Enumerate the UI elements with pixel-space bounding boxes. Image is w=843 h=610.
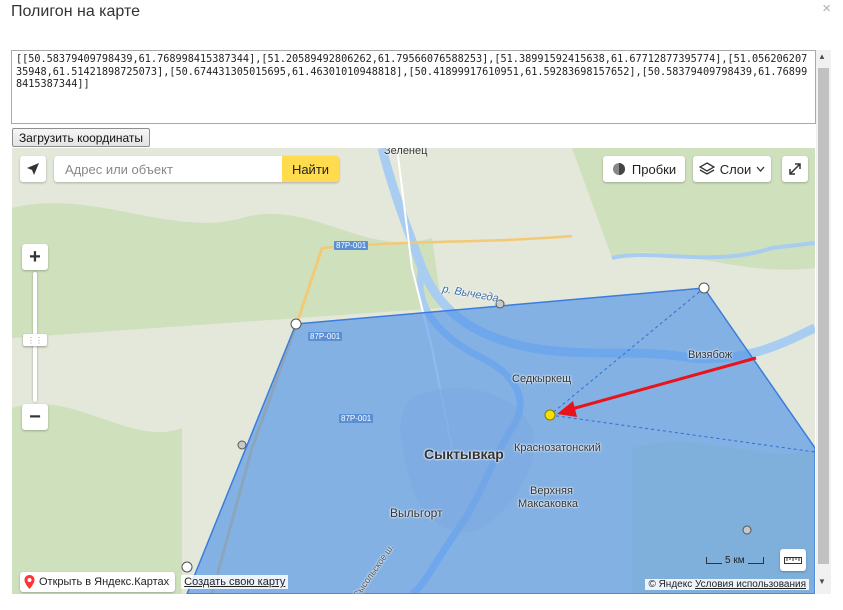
layers-button[interactable]: Слои [693,156,771,182]
map-base [12,148,815,594]
traffic-button[interactable]: Пробки [603,156,685,182]
open-in-yandex-maps-label: Открыть в Яндекс.Картах [39,576,170,588]
geolocation-icon [27,163,39,175]
create-map-link[interactable]: Создать свою карту [181,575,289,589]
map-footer-left: Открыть в Яндекс.Картах Создать свою кар… [20,572,289,592]
map-pin-icon [24,575,35,589]
find-button[interactable]: Найти [282,156,339,182]
expand-icon [789,163,801,175]
map-label-sedkyrkesh: Седкыркещ [512,373,572,385]
map-label-vizyabozh: Визябож [688,349,733,361]
road-label: 87Р-001 [339,414,374,423]
polygon-dialog: Полигон на карте × [[50.58379409798439,6… [0,0,843,610]
ruler-icon [784,557,802,564]
open-in-yandex-maps-button[interactable]: Открыть в Яндекс.Картах [20,572,176,592]
minus-icon: − [29,405,41,428]
chevron-down-icon [756,166,765,172]
map-label-verkhnyaya: Верхняя [530,485,573,497]
geolocation-button[interactable] [20,156,46,182]
coordinates-textarea[interactable]: [[50.58379409798439,61.768998415387344],… [11,50,816,124]
map-view[interactable]: Зеленец р. Вычегда Визябож Седкыркещ Сык… [12,148,815,594]
layers-label: Слои [719,161,752,177]
close-icon[interactable]: × [822,0,831,17]
dialog-title: Полигон на карте [11,3,141,20]
map-label-krasnozatonsky: Краснозатонский [514,442,601,454]
scale-label: 5 км [725,554,745,566]
map-label-syktyvkar: Сыктывкар [424,446,504,462]
map-label-vylgort: Выльгорт [390,506,443,520]
load-coordinates-button[interactable]: Загрузить координаты [12,128,150,147]
traffic-label: Пробки [631,161,677,177]
map-label-zelenets: Зеленец [384,148,428,157]
map-label-maksakovka: Максаковка [518,498,579,510]
zoom-out-button[interactable]: − [22,404,48,430]
fullscreen-button[interactable] [782,156,808,182]
copyright-text: © Яндекс [648,579,693,590]
search-bar: Найти [54,156,339,182]
scroll-down-icon[interactable]: ▼ [818,577,826,586]
scroll-up-icon[interactable]: ▲ [818,52,826,61]
search-input[interactable] [54,156,282,182]
traffic-icon [612,163,625,175]
terms-link[interactable]: Условия использования [695,579,806,590]
zoom-in-button[interactable]: + [22,244,48,270]
layers-icon [698,162,715,175]
road-label: 87Р-001 [308,332,343,341]
zoom-slider-thumb[interactable]: ⋮⋮ [23,334,47,346]
plus-icon: + [29,245,41,268]
map-scale: 5 км [706,550,764,570]
ruler-button[interactable] [780,549,806,571]
map-copyright: © Яндекс Условия использования [645,579,809,590]
scrollbar-thumb[interactable] [818,68,829,564]
road-label: 87Р-001 [334,241,369,250]
